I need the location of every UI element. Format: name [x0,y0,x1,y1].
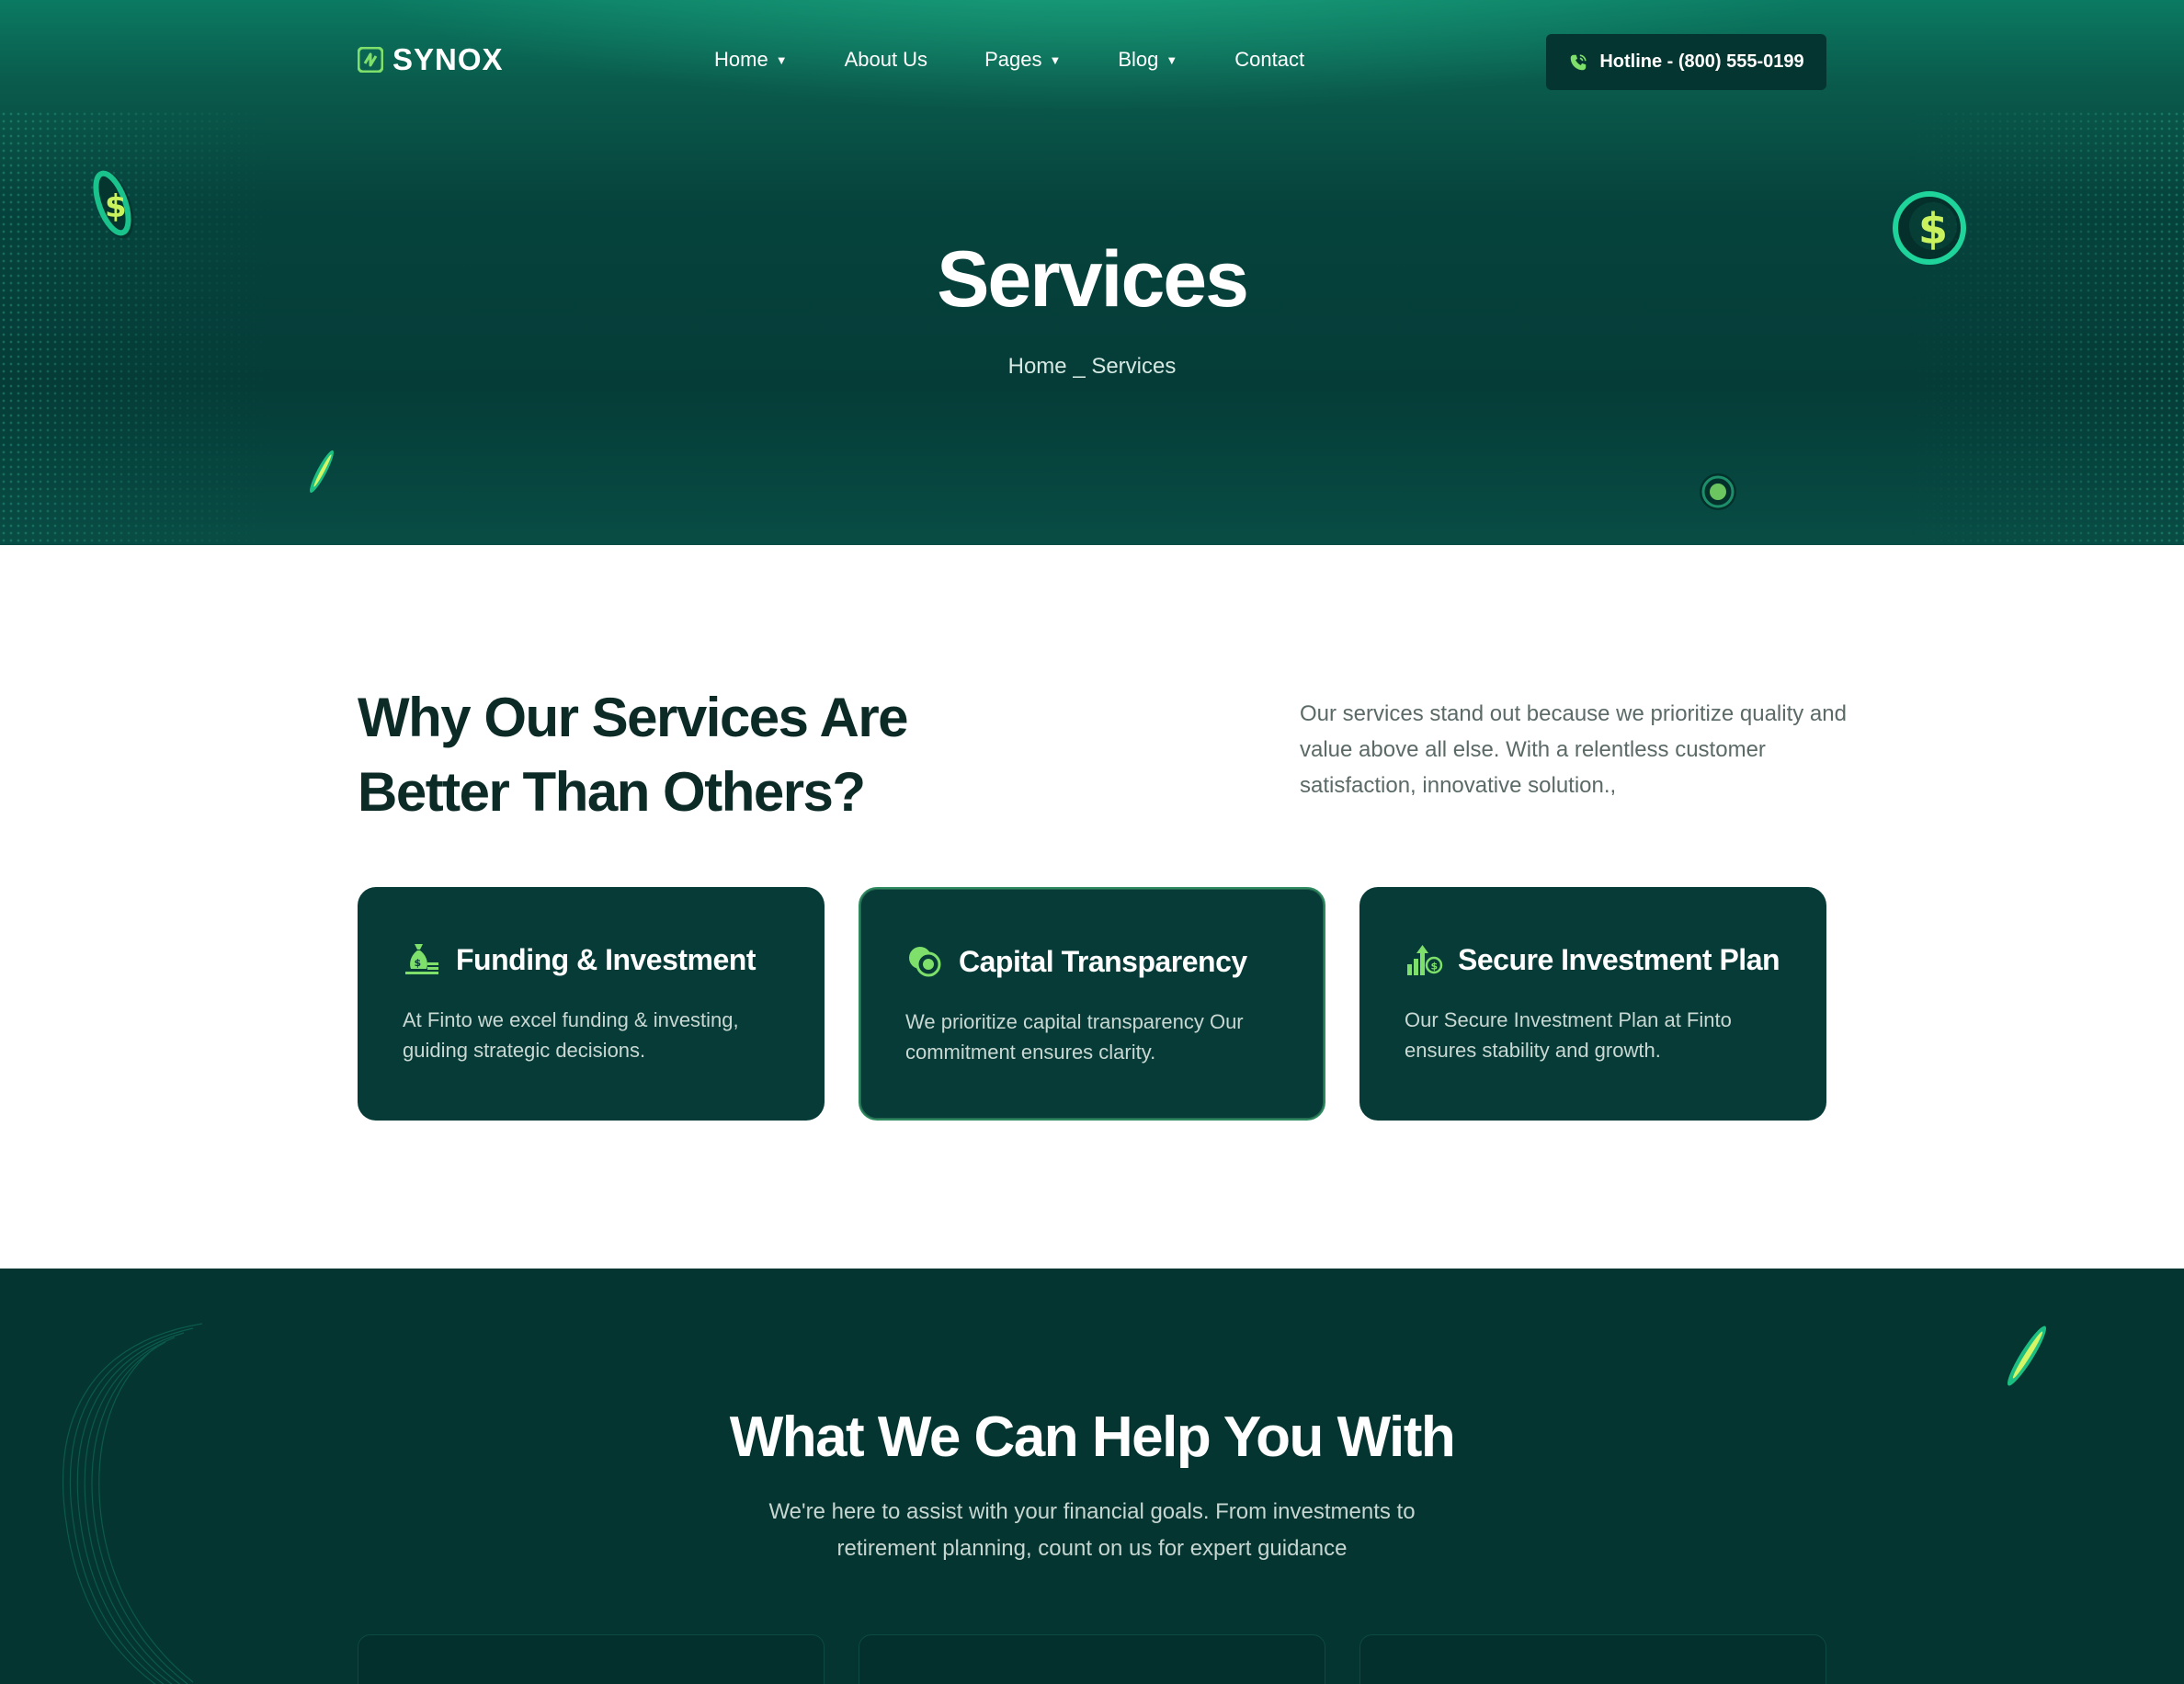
nav-label: Contact [1234,48,1305,71]
svg-text:$: $ [105,188,127,225]
hotline-label: Hotline - (800) 555-0199 [1599,51,1804,72]
logo-text: SYNOX [392,42,504,76]
nav-item-about[interactable]: About Us [845,48,928,72]
svg-text:$: $ [1918,204,1948,254]
card-description: We prioritize capital transparency Our c… [905,1010,1244,1064]
hotline-button[interactable]: Hotline - (800) 555-0199 [1546,34,1826,90]
service-card[interactable] [1359,1634,1826,1684]
feature-cards: $ Funding & Investment At Finto we excel… [358,887,1826,1121]
card-description: At Finto we excel funding & investing, g… [403,1008,739,1062]
phone-icon [1571,53,1587,70]
help-section-subtitle: We're here to assist with your financial… [768,1499,1416,1561]
nav-item-home[interactable]: Home ▼ [714,48,788,72]
chevron-down-icon: ▼ [1049,52,1062,67]
dollar-coin-icon [1700,473,1736,510]
decorative-wave-lines [62,1323,203,1684]
chevron-down-icon: ▼ [775,52,788,67]
card-title: Secure Investment Plan [1458,942,1780,976]
nav-label: Home [714,48,768,71]
nav-label: About Us [844,48,928,71]
logo-icon [358,47,383,73]
card-description: Our Secure Investment Plan at Finto ensu… [1405,1008,1732,1062]
card-title: Capital Transparency [959,944,1247,978]
why-section-title: Why Our Services Are Better Than Others? [358,680,1001,829]
main-nav: Home ▼ About Us Pages ▼ Blog ▼ Contact [714,48,1361,72]
page-title: Services [937,235,1249,324]
feature-card-secure-plan[interactable]: $ Secure Investment Plan Our Secure Inve… [1359,887,1826,1121]
breadcrumb: Home _ Services [1007,354,1177,379]
chevron-down-icon: ▼ [1166,52,1178,67]
coin-edge-icon [310,449,334,494]
nav-item-contact[interactable]: Contact [1234,48,1304,72]
svg-text:$: $ [415,957,422,969]
why-title-line-1: Why Our Services Are [358,687,909,748]
coins-icon [909,947,941,977]
help-section: What We Can Help You With We're here to … [0,1269,2184,1684]
dollar-coin-icon: $ [1893,191,1966,265]
logo[interactable]: SYNOX [358,42,504,77]
dollar-coin-icon: $ [93,170,134,239]
nav-label: Pages [984,48,1042,71]
feature-card-capital[interactable]: Capital Transparency We prioritize capit… [859,887,1325,1121]
feature-card-funding[interactable]: $ Funding & Investment At Finto we excel… [358,887,825,1121]
nav-item-blog[interactable]: Blog ▼ [1118,48,1177,72]
why-section-text: Our services stand out because we priori… [1300,701,1847,798]
service-card[interactable] [358,1634,825,1684]
money-bag-icon: $ [405,944,438,974]
why-title-line-2: Better Than Others? [358,761,866,823]
card-title: Funding & Investment [456,942,756,976]
coin-edge-icon [2008,1326,2046,1386]
svg-text:$: $ [1431,961,1439,973]
service-card[interactable] [859,1634,1325,1684]
growth-chart-icon: $ [1407,945,1443,975]
nav-label: Blog [1118,48,1159,71]
help-section-title: What We Can Help You With [729,1405,1456,1469]
nav-item-pages[interactable]: Pages ▼ [984,48,1061,72]
page-header-hero: SYNOX Home ▼ About Us Pages ▼ Blog ▼ Con… [0,0,2184,545]
